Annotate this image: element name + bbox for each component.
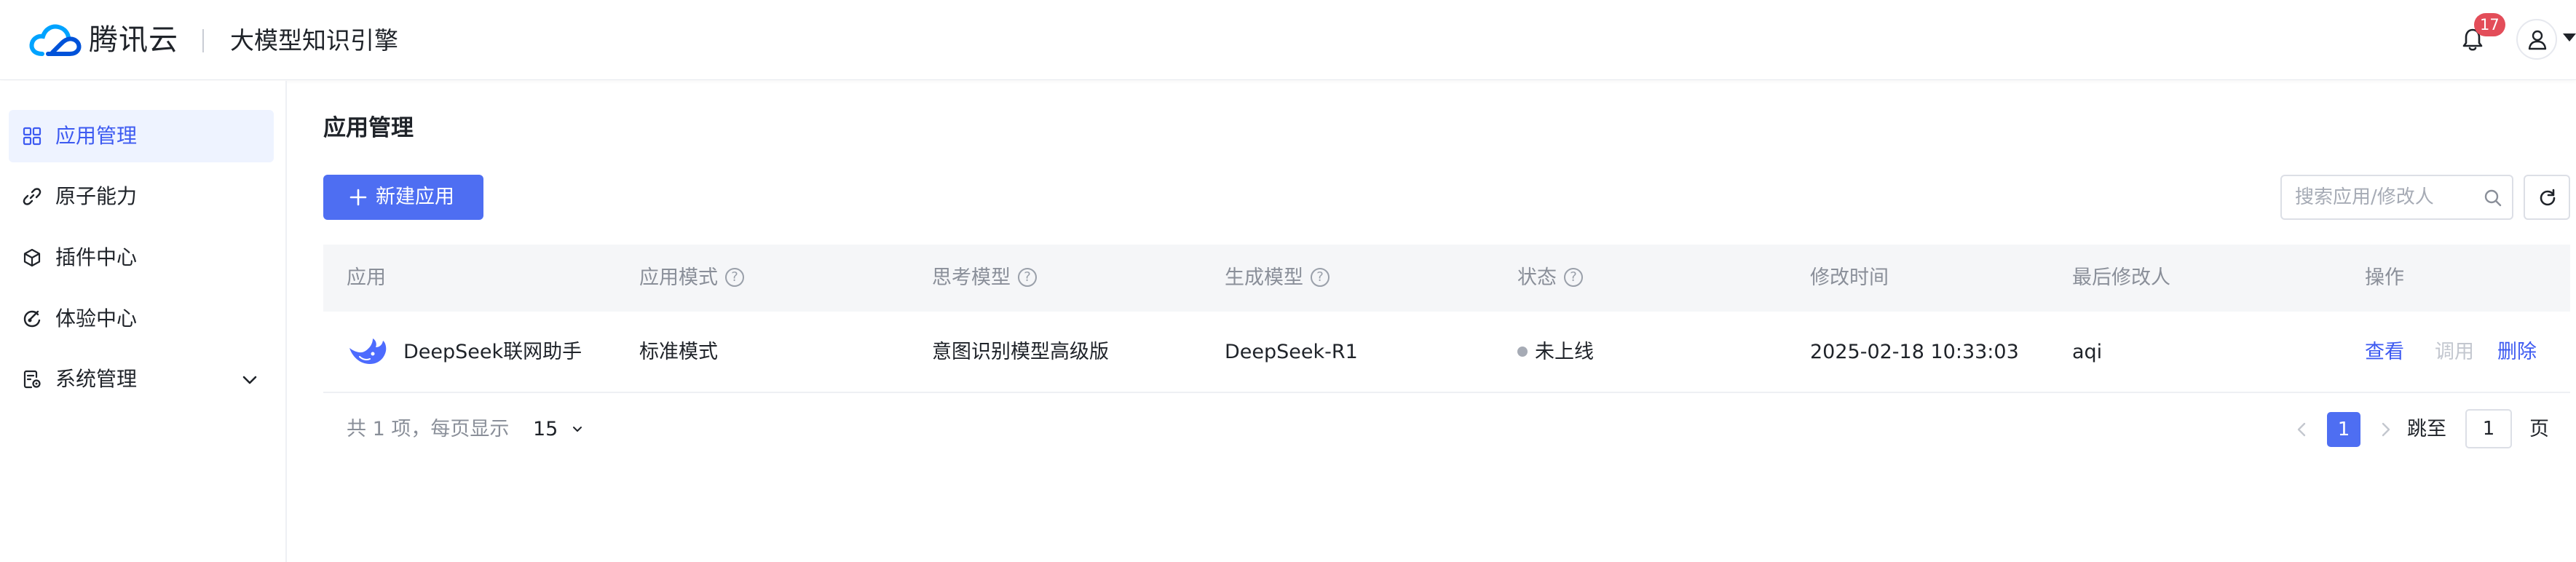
sidebar-item-label: 系统管理 [55,367,138,391]
search-box [2280,175,2513,220]
chevron-down-icon [572,426,582,432]
sidebar-item-label: 体验中心 [55,306,138,331]
jump-label: 跳至 [2407,418,2446,440]
sidebar-item-plugin-center[interactable]: 插件中心 [9,231,274,284]
top-header: 腾讯云 大模型知识引擎 17 [0,0,2576,80]
cell-modified-time: 2025-02-18 10:33:03 [1810,341,2019,363]
help-circle-icon[interactable]: ? [1018,267,1037,287]
new-app-button-label: 新建应用 [376,186,454,208]
cell-generation-model: DeepSeek-R1 [1225,341,1358,363]
column-header-last-modifier: 最后修改人 [2072,266,2170,289]
cell-mode: 标准模式 [639,341,718,363]
prev-page-icon[interactable] [2292,419,2312,440]
cell-thinking-model: 意图识别模型高级版 [932,341,1109,363]
sidebar-item-app-management[interactable]: 应用管理 [9,110,274,162]
grid-icon [23,127,42,146]
pagination-total: 共 1 项，每页显示 [347,418,510,440]
cell-status: 未上线 [1517,312,1594,393]
table-row: DeepSeek联网助手 标准模式 意图识别模型高级版 DeepSeek-R1 … [323,312,2570,393]
header-divider [202,29,204,52]
chevron-down-icon[interactable] [240,371,259,389]
page-suffix-label: 页 [2529,418,2549,440]
column-header-app: 应用 [347,266,386,289]
current-page-button[interactable]: 1 [2327,412,2360,447]
sidebar-item-atomic-capability[interactable]: 原子能力 [9,170,274,223]
help-circle-icon[interactable]: ? [1564,267,1583,287]
sidebar-item-label: 插件中心 [55,245,138,269]
next-page-icon[interactable] [2375,419,2395,440]
user-menu-caret-icon[interactable] [2563,33,2576,41]
help-circle-icon[interactable]: ? [725,267,744,287]
status-dot [1517,346,1528,357]
sidebar-item-experience-center[interactable]: 体验中心 [9,293,274,345]
search-icon[interactable] [2483,188,2503,208]
notification-badge: 17 [2474,13,2505,36]
user-icon [2528,30,2547,50]
sidebar-item-label: 原子能力 [55,184,138,208]
search-input[interactable] [2295,182,2477,213]
sidebar-item-system-management[interactable]: 系统管理 [9,353,274,405]
product-name: 大模型知识引擎 [230,26,398,55]
column-header-modified-time: 修改时间 [1810,266,1889,289]
settings-doc-icon [23,370,41,389]
deepseek-whale-icon [349,339,387,364]
refresh-button[interactable] [2524,175,2570,220]
sidebar-item-label: 应用管理 [55,124,138,148]
cell-app-name[interactable]: DeepSeek联网助手 [403,312,582,393]
experience-icon [23,310,41,328]
new-app-button[interactable]: 新建应用 [323,175,483,220]
column-header-mode: 应用模式? [639,245,744,312]
table-header: 应用 应用模式? 思考模型? 生成模型? 状态? 修改时间 最后修改人 操作 [323,245,2570,312]
view-link[interactable]: 查看 [2365,312,2404,393]
column-header-thinking-model: 思考模型? [932,245,1037,312]
page-size-value: 15 [533,418,558,440]
plus-icon [349,189,367,206]
page-size-select[interactable]: 15 [533,415,583,444]
column-header-actions: 操作 [2365,266,2404,289]
call-link: 调用 [2435,341,2474,363]
help-circle-icon[interactable]: ? [1311,267,1330,287]
tencent-cloud-logo-icon[interactable] [26,19,84,63]
page-title: 应用管理 [323,115,414,141]
delete-link[interactable]: 删除 [2497,312,2537,393]
jump-page-input[interactable]: 1 [2465,409,2512,448]
sidebar: 应用管理 原子能力 插件中心 体验中心 系统管理 [0,81,287,562]
status-label: 未上线 [1535,341,1594,363]
brand-name[interactable]: 腾讯云 [89,22,178,58]
column-header-status: 状态? [1517,245,1583,312]
cube-icon [23,248,41,267]
cell-last-modifier: aqi [2072,341,2103,363]
user-avatar[interactable] [2516,19,2557,60]
column-header-generation-model: 生成模型? [1225,245,1330,312]
link-icon [23,188,42,205]
refresh-icon [2540,189,2556,206]
